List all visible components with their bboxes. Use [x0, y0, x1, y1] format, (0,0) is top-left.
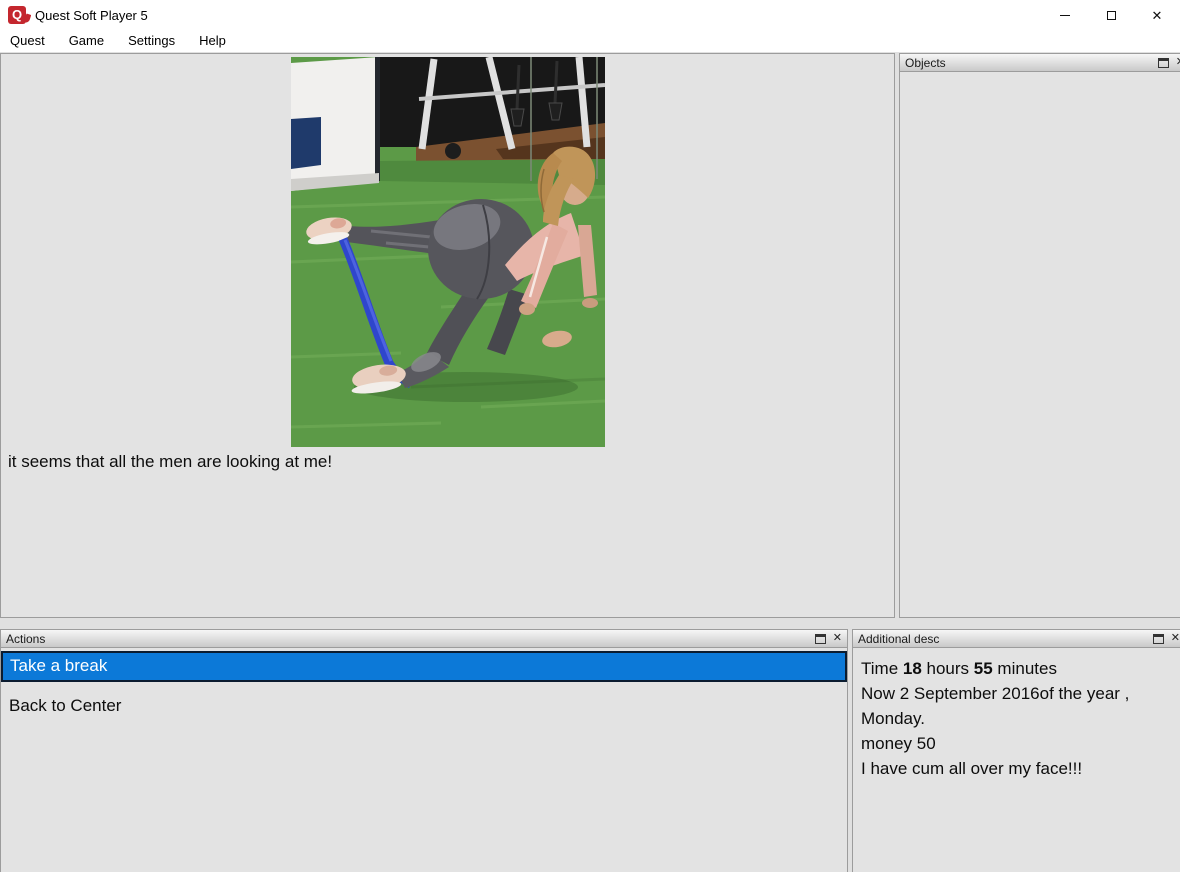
close-panel-icon[interactable]: ✕: [1171, 633, 1180, 644]
float-panel-icon[interactable]: [1158, 58, 1169, 68]
close-panel-icon[interactable]: ✕: [833, 633, 842, 644]
narrative-text: it seems that all the men are looking at…: [8, 452, 332, 472]
menu-item-game[interactable]: Game: [67, 31, 114, 51]
actions-panel-title: Actions: [6, 632, 815, 646]
main-panel: it seems that all the men are looking at…: [0, 53, 895, 618]
gym-exercise-scene: [291, 57, 605, 447]
objects-panel: Objects ✕: [899, 53, 1180, 618]
maximize-icon: [1107, 11, 1116, 20]
menu-bar: Quest Game Settings Help: [0, 30, 1180, 52]
actions-panel: Actions ✕ Take a break Back to Center: [0, 629, 848, 872]
desc-line: I have cum all over my face!!!: [861, 756, 1155, 781]
menu-item-settings[interactable]: Settings: [126, 31, 185, 51]
close-icon: ✕: [1152, 9, 1163, 22]
qsp-logo-icon: Q: [8, 6, 26, 24]
window-controls: ✕: [1042, 0, 1180, 30]
desc-line: money 50: [861, 731, 1155, 756]
objects-panel-title: Objects: [905, 56, 1158, 70]
close-panel-icon[interactable]: ✕: [1176, 57, 1180, 68]
action-item[interactable]: Back to Center: [1, 692, 847, 721]
action-item[interactable]: Take a break: [1, 651, 847, 682]
menu-item-quest[interactable]: Quest: [8, 31, 55, 51]
titlebar: Q Quest Soft Player 5 ✕: [0, 0, 1180, 30]
float-panel-icon[interactable]: [815, 634, 826, 644]
objects-panel-header: Objects ✕: [900, 54, 1180, 72]
menu-item-help[interactable]: Help: [197, 31, 236, 51]
app-window: Q Quest Soft Player 5 ✕ Quest Game Setting…: [0, 0, 1180, 872]
float-panel-icon[interactable]: [1153, 634, 1164, 644]
additional-desc-panel-title: Additional desc: [858, 632, 1153, 646]
minimize-icon: [1060, 15, 1070, 16]
close-button[interactable]: ✕: [1134, 0, 1180, 30]
window-title: Quest Soft Player 5: [35, 8, 148, 23]
desc-line: Now 2 September 2016of the year , Monday…: [861, 681, 1155, 731]
actions-panel-header: Actions ✕: [1, 630, 847, 648]
additional-desc-panel-header: Additional desc ✕: [853, 630, 1180, 648]
maximize-button[interactable]: [1088, 0, 1134, 30]
actions-list: Take a break Back to Center: [1, 648, 847, 721]
desc-line: Time 18 hours 55 minutes: [861, 656, 1155, 681]
minimize-button[interactable]: [1042, 0, 1088, 30]
additional-desc-panel: Additional desc ✕ Time 18 hours 55 minut…: [852, 629, 1180, 872]
additional-desc-text: Time 18 hours 55 minutesNow 2 September …: [853, 648, 1180, 781]
